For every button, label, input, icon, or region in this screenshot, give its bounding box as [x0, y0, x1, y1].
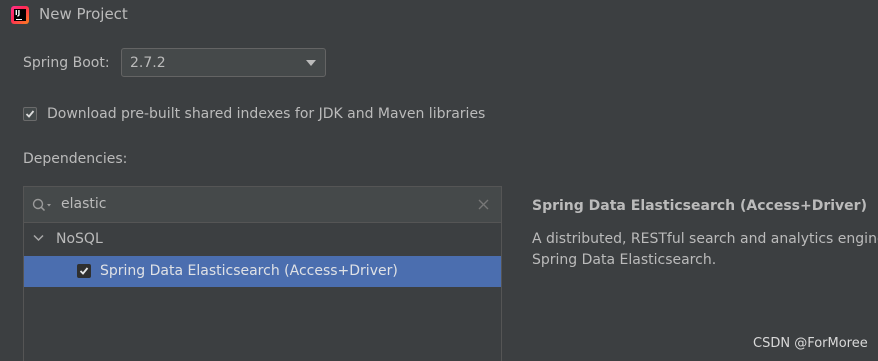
tree-group-nosql[interactable]: NoSQL	[24, 223, 501, 255]
search-icon[interactable]	[32, 198, 54, 212]
dependencies-label: Dependencies:	[23, 151, 128, 167]
chevron-down-icon[interactable]	[33, 234, 44, 242]
checkmark-icon	[79, 267, 89, 275]
shared-indexes-checkbox[interactable]	[23, 107, 37, 121]
window-title: New Project	[39, 5, 128, 23]
intellij-idea-icon: IJ	[11, 6, 29, 24]
close-icon[interactable]	[478, 199, 489, 210]
dependencies-panel: elastic NoSQL Spring Data Elasticsearch …	[23, 186, 502, 361]
checkmark-icon	[25, 110, 35, 118]
new-project-dialog: IJ New Project Spring Boot: 2.7.2 Downlo…	[0, 0, 878, 361]
search-input[interactable]: elastic	[61, 196, 106, 212]
dependency-detail-description: A distributed, RESTful search and analyt…	[532, 229, 878, 271]
description-line-2: Spring Data Elasticsearch.	[532, 252, 717, 268]
description-line-1: A distributed, RESTful search and analyt…	[532, 231, 878, 247]
watermark: CSDN @ForMoree	[753, 336, 868, 351]
title-bar: IJ New Project	[0, 0, 878, 34]
dependency-detail-title: Spring Data Elasticsearch (Access+Driver…	[532, 198, 867, 214]
dependency-checkbox[interactable]	[77, 264, 91, 278]
spring-boot-version-value: 2.7.2	[130, 55, 166, 71]
spring-boot-version-select[interactable]: 2.7.2	[121, 48, 326, 77]
tree-group-label: NoSQL	[56, 231, 103, 247]
shared-indexes-label[interactable]: Download pre-built shared indexes for JD…	[47, 106, 485, 122]
dropdown-arrow-icon	[306, 60, 316, 66]
tree-item-spring-data-elasticsearch[interactable]: Spring Data Elasticsearch (Access+Driver…	[24, 256, 501, 287]
dependency-search-field[interactable]: elastic	[24, 187, 501, 223]
tree-item-label: Spring Data Elasticsearch (Access+Driver…	[100, 263, 398, 279]
spring-boot-label: Spring Boot:	[23, 55, 110, 71]
